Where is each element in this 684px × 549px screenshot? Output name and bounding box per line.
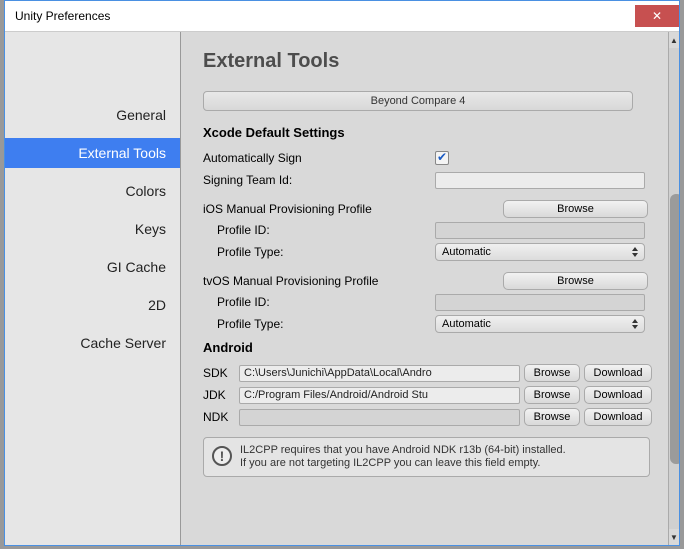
sidebar-item-general[interactable]: General [5,100,180,130]
jdk-browse-button[interactable]: Browse [524,386,580,404]
sdk-label: SDK [203,366,239,380]
sidebar-item-label: Keys [135,221,166,237]
window-title: Unity Preferences [15,9,110,23]
main-panel: External Tools Beyond Compare 4 Xcode De… [181,32,679,545]
sidebar-item-keys[interactable]: Keys [5,214,180,244]
sidebar-item-label: External Tools [78,145,166,161]
close-icon: ✕ [652,9,662,23]
close-button[interactable]: ✕ [635,5,679,27]
sdk-download-button[interactable]: Download [584,364,652,382]
preferences-window: Unity Preferences ✕ General External Too… [4,0,680,546]
window-body: General External Tools Colors Keys GI Ca… [5,31,679,545]
ios-browse-button[interactable]: Browse [503,200,648,218]
ios-provisioning-header: iOS Manual Provisioning Profile [203,202,503,216]
scroll-down-button[interactable]: ▼ [669,529,679,545]
sidebar: General External Tools Colors Keys GI Ca… [5,32,181,545]
ios-profile-type-select[interactable]: Automatic [435,243,645,261]
info-icon: ! [212,446,232,466]
jdk-download-button[interactable]: Download [584,386,652,404]
scroll-up-button[interactable]: ▲ [669,32,679,48]
tvos-browse-button[interactable]: Browse [503,272,648,290]
revision-tool-select[interactable]: Beyond Compare 4 [203,91,633,111]
ndk-hint: ! IL2CPP requires that you have Android … [203,437,650,477]
tvos-profile-type-select[interactable]: Automatic [435,315,645,333]
sidebar-item-label: 2D [148,297,166,313]
android-section-title: Android [203,340,652,355]
sdk-browse-button[interactable]: Browse [524,364,580,382]
ios-profile-id-input [435,222,645,239]
auto-sign-checkbox[interactable] [435,151,449,165]
xcode-section-title: Xcode Default Settings [203,125,652,140]
tvos-profile-id-input [435,294,645,311]
ios-profile-id-label: Profile ID: [203,223,435,237]
tvos-profile-id-label: Profile ID: [203,295,435,309]
tvos-profile-type-label: Profile Type: [203,317,435,331]
sidebar-item-gi-cache[interactable]: GI Cache [5,252,180,282]
sdk-input[interactable] [239,365,520,382]
ios-profile-type-label: Profile Type: [203,245,435,259]
scrollbar[interactable]: ▲ ▼ [668,32,679,545]
sidebar-item-label: GI Cache [107,259,166,275]
team-id-label: Signing Team Id: [203,173,435,187]
ndk-browse-button[interactable]: Browse [524,408,580,426]
ndk-hint-text: IL2CPP requires that you have Android ND… [240,444,566,470]
jdk-label: JDK [203,388,239,402]
sidebar-item-2d[interactable]: 2D [5,290,180,320]
ndk-download-button[interactable]: Download [584,408,652,426]
ndk-label: NDK [203,410,239,424]
jdk-input[interactable] [239,387,520,404]
auto-sign-label: Automatically Sign [203,151,435,165]
sidebar-item-label: Cache Server [80,335,166,351]
ndk-input[interactable] [239,409,520,426]
sidebar-item-cache-server[interactable]: Cache Server [5,328,180,358]
sidebar-item-external-tools[interactable]: External Tools [5,138,180,168]
tvos-provisioning-header: tvOS Manual Provisioning Profile [203,274,503,288]
sidebar-item-label: General [116,107,166,123]
main-content: External Tools Beyond Compare 4 Xcode De… [181,32,668,545]
sidebar-item-label: Colors [126,183,166,199]
team-id-input[interactable] [435,172,645,189]
sidebar-item-colors[interactable]: Colors [5,176,180,206]
page-title: External Tools [203,50,658,73]
scroll-thumb[interactable] [670,194,679,464]
titlebar: Unity Preferences ✕ [5,1,679,31]
